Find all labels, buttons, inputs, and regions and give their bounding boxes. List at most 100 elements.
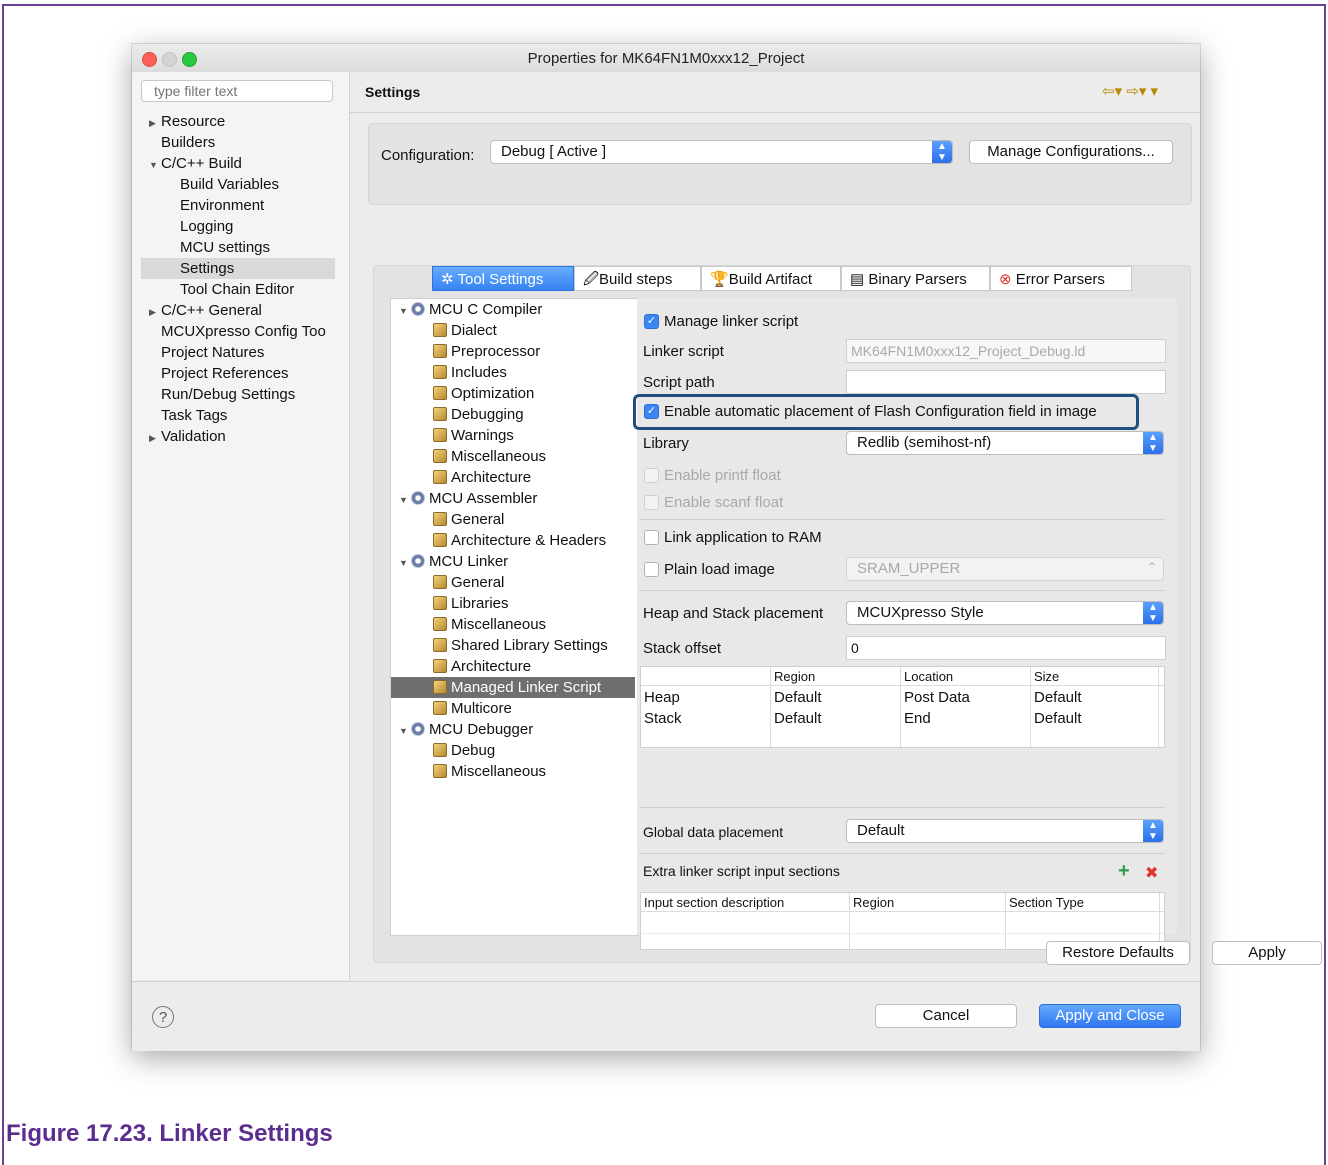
- history-nav-icons[interactable]: ⇦▾ ⇨▾ ▾: [1102, 82, 1158, 100]
- sidebar-item-run-debug-settings[interactable]: Run/Debug Settings: [161, 384, 295, 405]
- sidebar-item-label: Task Tags: [161, 407, 228, 424]
- help-icon[interactable]: ?: [152, 1006, 174, 1028]
- tree-node-warnings[interactable]: Warnings: [433, 425, 514, 446]
- tree-node-debug[interactable]: Debug: [433, 740, 495, 761]
- table-cell[interactable]: Default: [1034, 710, 1082, 727]
- link-to-ram-checkbox[interactable]: [644, 530, 659, 545]
- plain-load-checkbox[interactable]: [644, 562, 659, 577]
- remove-section-icon[interactable]: ✖: [1145, 863, 1158, 883]
- table-cell[interactable]: End: [904, 710, 931, 727]
- tree-node-debugger-miscellaneous[interactable]: Miscellaneous: [433, 761, 546, 782]
- tab-binary-parsers[interactable]: ▤ Binary Parsers: [841, 266, 990, 291]
- restore-defaults-button[interactable]: Restore Defaults: [1046, 941, 1190, 965]
- script-path-field[interactable]: [846, 370, 1166, 394]
- tab-build-artifact[interactable]: 🏆Build Artifact: [701, 266, 841, 291]
- column-header-location[interactable]: Location: [904, 669, 953, 684]
- tree-node-managed-linker-script[interactable]: Managed Linker Script: [391, 677, 635, 698]
- collapse-icon[interactable]: ▼: [399, 490, 411, 511]
- tree-node-mcu-linker[interactable]: ▼ MCU Linker: [399, 551, 508, 572]
- tree-node-architecture[interactable]: Architecture: [433, 467, 531, 488]
- tree-node-linker-general[interactable]: General: [433, 572, 504, 593]
- table-cell[interactable]: Default: [1034, 689, 1082, 706]
- tree-node-preprocessor[interactable]: Preprocessor: [433, 341, 540, 362]
- sidebar-item-label: MCUXpresso Config Too: [161, 323, 326, 340]
- global-data-select[interactable]: Default ▲ ▼: [846, 819, 1164, 843]
- stack-offset-field[interactable]: 0: [846, 636, 1166, 660]
- tree-node-libraries[interactable]: Libraries: [433, 593, 509, 614]
- sidebar-item-task-tags[interactable]: Task Tags: [161, 405, 227, 426]
- flash-config-checkbox[interactable]: ✓: [644, 404, 659, 419]
- sidebar-item-mcu-settings[interactable]: MCU settings: [180, 237, 270, 258]
- column-divider: [849, 893, 850, 949]
- divider: [639, 853, 1165, 854]
- table-cell[interactable]: Default: [774, 689, 822, 706]
- apply-button[interactable]: Apply: [1212, 941, 1322, 965]
- linker-script-field[interactable]: MK64FN1M0xxx12_Project_Debug.ld: [846, 339, 1166, 363]
- sidebar-item-environment[interactable]: Environment: [180, 195, 264, 216]
- sidebar-item-mcuxpresso-config[interactable]: MCUXpresso Config Too: [161, 321, 326, 342]
- tree-node-mcu-debugger[interactable]: ▼ MCU Debugger: [399, 719, 533, 740]
- cancel-button[interactable]: Cancel: [875, 1004, 1017, 1028]
- sidebar-item-resource[interactable]: ▶ Resource: [149, 111, 225, 132]
- tree-node-linker-architecture[interactable]: Architecture: [433, 656, 531, 677]
- manage-configurations-button[interactable]: Manage Configurations...: [969, 140, 1173, 164]
- configuration-select[interactable]: Debug [ Active ] ▲ ▼: [490, 140, 953, 164]
- collapse-icon[interactable]: ▼: [149, 155, 161, 176]
- tab-error-parsers[interactable]: ⊗ Error Parsers: [990, 266, 1132, 291]
- tree-node-multicore[interactable]: Multicore: [433, 698, 512, 719]
- column-header-size[interactable]: Size: [1034, 669, 1059, 684]
- sidebar-item-project-natures[interactable]: Project Natures: [161, 342, 264, 363]
- table-cell[interactable]: Default: [774, 710, 822, 727]
- heap-stack-value: MCUXpresso Style: [857, 604, 984, 621]
- plain-load-region-select[interactable]: SRAM_UPPER ⌃: [846, 557, 1164, 581]
- column-header-region[interactable]: Region: [853, 895, 894, 910]
- collapse-icon[interactable]: ▼: [399, 553, 411, 574]
- apply-and-close-button[interactable]: Apply and Close: [1039, 1004, 1181, 1028]
- collapse-icon[interactable]: ▼: [399, 721, 411, 742]
- scanf-float-checkbox[interactable]: [644, 495, 659, 510]
- tree-node-dialect[interactable]: Dialect: [433, 320, 497, 341]
- sidebar-item-logging[interactable]: Logging: [180, 216, 233, 237]
- sidebar-item-tool-chain-editor[interactable]: Tool Chain Editor: [180, 279, 294, 300]
- library-select[interactable]: Redlib (semihost-nf) ▲ ▼: [846, 431, 1164, 455]
- tree-node-architecture-headers[interactable]: Architecture & Headers: [433, 530, 606, 551]
- filter-input[interactable]: [141, 80, 333, 102]
- tab-build-steps[interactable]: 🖉Build steps: [574, 266, 701, 291]
- column-header-input-section[interactable]: Input section description: [644, 895, 784, 910]
- sidebar-item-validation[interactable]: ▶ Validation: [149, 426, 226, 447]
- tree-node-general[interactable]: General: [433, 509, 504, 530]
- sidebar-item-builders[interactable]: Builders: [161, 132, 215, 153]
- expand-icon[interactable]: ▶: [149, 113, 161, 134]
- sidebar-item-cpp-build[interactable]: ▼ C/C++ Build: [149, 153, 242, 174]
- sidebar-item-cpp-general[interactable]: ▶ C/C++ General: [149, 300, 262, 321]
- manage-linker-script-label: Manage linker script: [664, 313, 799, 330]
- add-section-icon[interactable]: +: [1118, 860, 1130, 883]
- tree-node-mcu-c-compiler[interactable]: ▼ MCU C Compiler: [399, 299, 542, 320]
- collapse-icon[interactable]: ▼: [399, 301, 411, 322]
- tree-node-includes[interactable]: Includes: [433, 362, 507, 383]
- table-cell[interactable]: Post Data: [904, 689, 970, 706]
- back-forward-menu-icon[interactable]: ⇦▾ ⇨▾ ▾: [1102, 83, 1158, 100]
- sidebar-item-settings[interactable]: Settings: [141, 258, 335, 279]
- table-cell[interactable]: Stack: [644, 710, 682, 727]
- tree-node-debugging[interactable]: Debugging: [433, 404, 524, 425]
- tree-node-linker-miscellaneous[interactable]: Miscellaneous: [433, 614, 546, 635]
- column-header-section-type[interactable]: Section Type: [1009, 895, 1084, 910]
- expand-icon[interactable]: ▶: [149, 428, 161, 449]
- manage-linker-script-checkbox[interactable]: ✓: [644, 314, 659, 329]
- heap-stack-select[interactable]: MCUXpresso Style ▲ ▼: [846, 601, 1164, 625]
- column-header-region[interactable]: Region: [774, 669, 815, 684]
- tree-node-optimization[interactable]: Optimization: [433, 383, 534, 404]
- expand-icon[interactable]: ▶: [149, 302, 161, 323]
- tree-node-label: Preprocessor: [451, 343, 541, 360]
- sidebar-item-build-variables[interactable]: Build Variables: [180, 174, 279, 195]
- tree-node-miscellaneous[interactable]: Miscellaneous: [433, 446, 546, 467]
- tree-node-shared-library-settings[interactable]: Shared Library Settings: [433, 635, 608, 656]
- sidebar-item-project-references[interactable]: Project References: [161, 363, 289, 384]
- table-cell[interactable]: Heap: [644, 689, 680, 706]
- tab-tool-settings[interactable]: ✲ Tool Settings: [432, 266, 574, 291]
- binary-parsers-icon: ▤: [850, 271, 865, 288]
- tree-node-mcu-assembler[interactable]: ▼ MCU Assembler: [399, 488, 537, 509]
- printf-float-checkbox[interactable]: [644, 468, 659, 483]
- tool-icon: [433, 344, 447, 358]
